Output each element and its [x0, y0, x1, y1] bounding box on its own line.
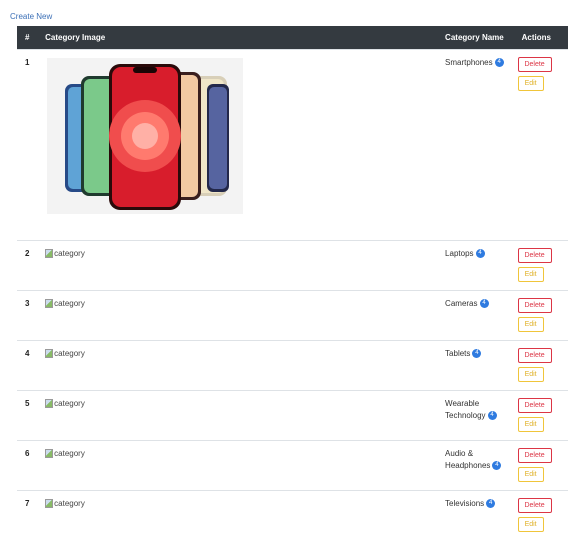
broken-image: category — [45, 299, 85, 308]
category-name-cell: Wearable Technology 4 — [439, 390, 516, 440]
smartphones-image — [47, 57, 244, 214]
count-badge: 4 — [487, 410, 497, 420]
actions-cell: Delete Edit — [516, 440, 568, 490]
edit-button[interactable]: Edit — [517, 516, 544, 532]
table-row: 1 Smartphones 4 Delete Edit — [17, 49, 568, 240]
edit-button[interactable]: Edit — [517, 75, 544, 91]
broken-image: category — [45, 449, 85, 458]
edit-button[interactable]: Edit — [517, 266, 544, 282]
count-badge: 4 — [494, 57, 504, 67]
delete-button[interactable]: Delete — [517, 247, 552, 263]
category-image-cell: category — [39, 240, 439, 290]
category-image — [47, 57, 244, 214]
row-number: 6 — [25, 448, 30, 458]
header-number: # — [25, 32, 30, 42]
actions-cell: Delete Edit — [516, 49, 568, 240]
edit-button[interactable]: Edit — [517, 316, 544, 332]
category-name-cell: Cameras 4 — [439, 290, 516, 340]
delete-button[interactable]: Delete — [517, 297, 552, 313]
delete-button[interactable]: Delete — [517, 56, 552, 72]
category-name-cell: Televisions 4 — [439, 490, 516, 540]
count-badge: 4 — [479, 298, 489, 308]
table-header-row: # Category Image Category Name Actions — [17, 26, 568, 49]
broken-image-icon — [45, 448, 54, 458]
table-row: 6 category Audio & Headphones 4 Delete Edit — [17, 440, 568, 490]
actions-cell: Delete Edit — [516, 240, 568, 290]
row-number: 1 — [25, 57, 30, 67]
count-badge: 4 — [472, 348, 482, 358]
category-name: Televisions — [445, 498, 485, 508]
category-name: Laptops — [445, 248, 474, 258]
broken-image-alt: category — [54, 498, 85, 508]
category-image-cell: category — [39, 340, 439, 390]
broken-image: category — [45, 349, 85, 358]
category-name: Audio & Headphones — [445, 448, 491, 470]
delete-button[interactable]: Delete — [517, 497, 552, 513]
actions-cell: Delete Edit — [516, 290, 568, 340]
edit-button[interactable]: Edit — [517, 466, 544, 482]
broken-image-alt: category — [54, 248, 85, 258]
broken-image-icon — [45, 398, 54, 408]
category-image-cell — [39, 49, 439, 240]
broken-image-icon — [45, 348, 54, 358]
actions-cell: Delete Edit — [516, 390, 568, 440]
category-table: # Category Image Category Name Actions 1… — [17, 26, 568, 540]
category-image-cell: category — [39, 490, 439, 540]
broken-image-icon — [45, 298, 54, 308]
edit-button[interactable]: Edit — [517, 416, 544, 432]
broken-image: category — [45, 399, 85, 408]
category-name-cell: Laptops 4 — [439, 240, 516, 290]
category-name-cell: Audio & Headphones 4 — [439, 440, 516, 490]
delete-button[interactable]: Delete — [517, 397, 552, 413]
category-image-cell: category — [39, 440, 439, 490]
table-row: 3 category Cameras 4 Delete Edit — [17, 290, 568, 340]
broken-image-alt: category — [54, 448, 85, 458]
table-row: 5 category Wearable Technology 4 Delete Edit — [17, 390, 568, 440]
category-name-cell: Tablets 4 — [439, 340, 516, 390]
category-name: Cameras — [445, 298, 478, 308]
category-name: Smartphones — [445, 57, 493, 67]
row-number: 4 — [25, 348, 30, 358]
actions-cell: Delete Edit — [516, 340, 568, 390]
broken-image: category — [45, 249, 85, 258]
actions-cell: Delete Edit — [516, 490, 568, 540]
category-name-cell: Smartphones 4 — [439, 49, 516, 240]
table-row: 2 category Laptops 4 Delete Edit — [17, 240, 568, 290]
row-number: 7 — [25, 498, 30, 508]
broken-image-alt: category — [54, 348, 85, 358]
table-row: 7 category Televisions 4 Delete Edit — [17, 490, 568, 540]
broken-image-alt: category — [54, 398, 85, 408]
header-category-name: Category Name — [445, 32, 504, 42]
delete-button[interactable]: Delete — [517, 347, 552, 363]
delete-button[interactable]: Delete — [517, 447, 552, 463]
category-image-cell: category — [39, 390, 439, 440]
broken-image: category — [45, 499, 85, 508]
count-badge: 4 — [486, 498, 496, 508]
count-badge: 4 — [492, 460, 502, 470]
broken-image-icon — [45, 248, 54, 258]
category-name: Tablets — [445, 348, 471, 358]
edit-button[interactable]: Edit — [517, 366, 544, 382]
count-badge: 4 — [475, 248, 485, 258]
broken-image-icon — [45, 498, 54, 508]
table-row: 4 category Tablets 4 Delete Edit — [17, 340, 568, 390]
row-number: 3 — [25, 298, 30, 308]
header-category-image: Category Image — [45, 32, 106, 42]
create-new-link[interactable]: Create New — [10, 12, 52, 21]
category-image-cell: category — [39, 290, 439, 340]
broken-image-alt: category — [54, 298, 85, 308]
category-name: Wearable Technology — [445, 398, 486, 420]
row-number: 5 — [25, 398, 30, 408]
header-actions: Actions — [521, 32, 551, 42]
row-number: 2 — [25, 248, 30, 258]
